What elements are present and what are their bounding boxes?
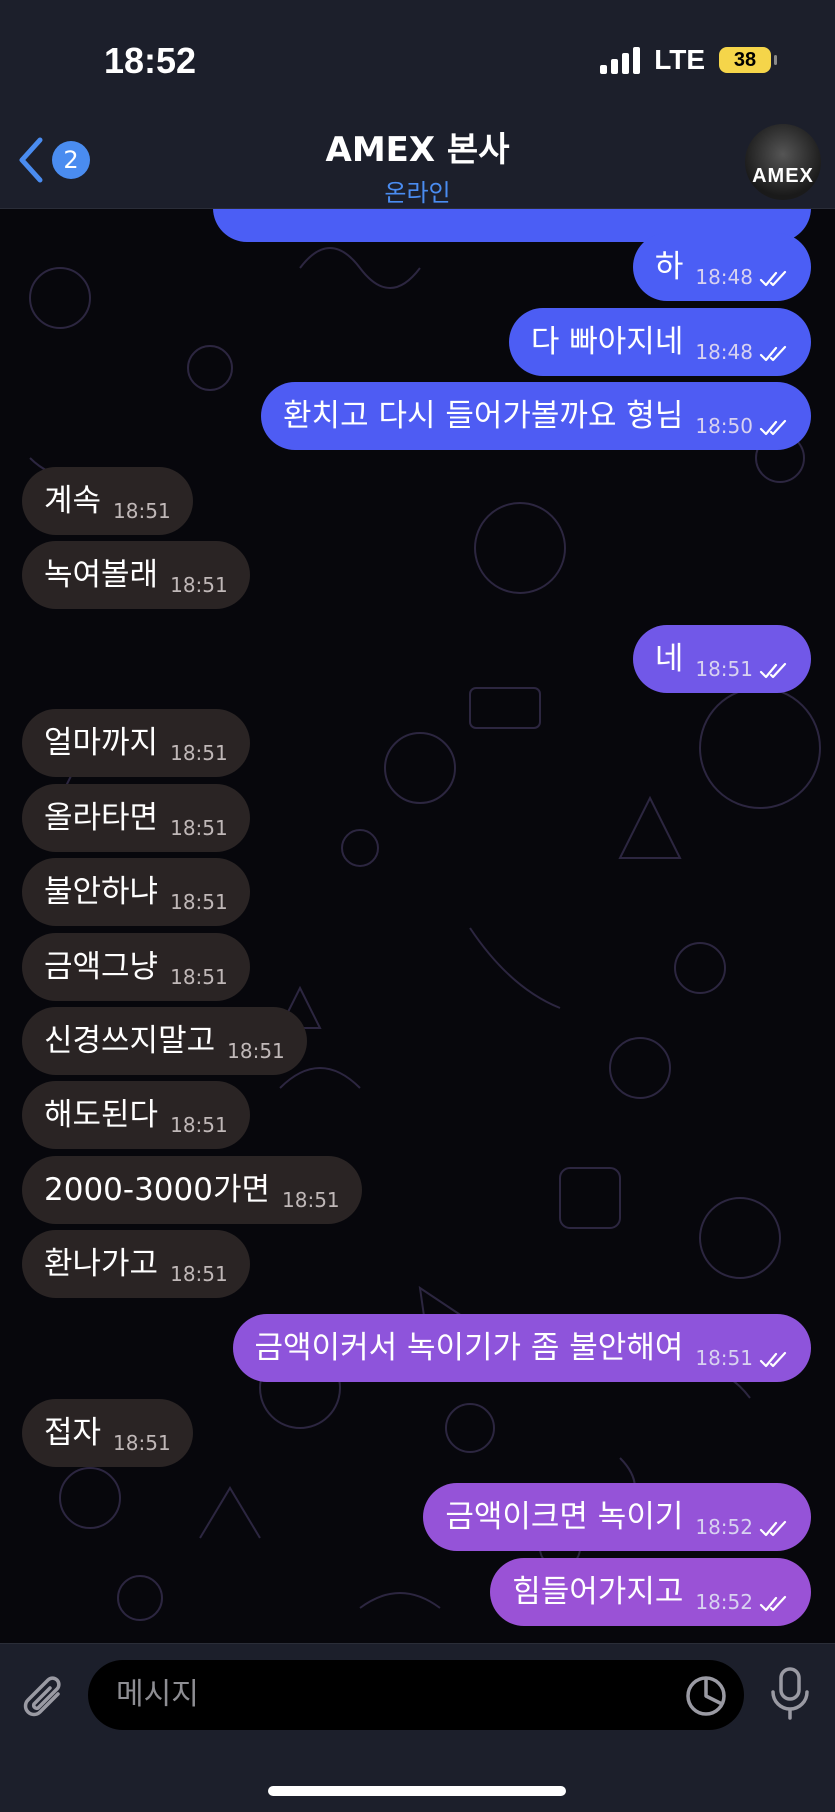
signal-icon <box>600 46 641 74</box>
double-check-icon <box>759 419 787 436</box>
chat-header: 18:52 LTE 38 2 AMEX 본사 온라인 AMEX <box>0 0 835 209</box>
message-time: 18:51 <box>113 499 171 523</box>
message-time: 18:51 <box>227 1039 285 1063</box>
message-time: 18:52 <box>695 1515 753 1539</box>
message-text: 2000-3000가면 <box>44 1171 271 1208</box>
message-text: 신경쓰지말고 <box>44 1022 216 1059</box>
message-time: 18:48 <box>695 340 753 364</box>
message-bubble[interactable]: 신경쓰지말고 18:51 <box>22 1007 307 1075</box>
message-time: 18:51 <box>113 1431 171 1455</box>
message-bubble[interactable]: 2000-3000가면 18:51 <box>22 1156 362 1224</box>
message-bubble[interactable]: 금액이크면 녹이기 18:52 <box>423 1483 811 1551</box>
message-text: 다 빠아지네 <box>530 323 684 360</box>
double-check-icon <box>759 1595 787 1612</box>
message-time: 18:51 <box>170 816 228 840</box>
message-bubble[interactable]: 힘들어가지고 18:52 <box>490 1558 811 1626</box>
message-bubble[interactable]: 해도된다 18:51 <box>22 1081 250 1149</box>
message-bubble[interactable]: 올라타면 18:51 <box>22 784 250 852</box>
message-time: 18:48 <box>695 265 753 289</box>
message-text: 금액이크면 녹이기 <box>445 1498 684 1535</box>
message-bubble[interactable]: 환치고 다시 들어가볼까요 형님 18:50 <box>261 382 811 450</box>
double-check-icon <box>759 1520 787 1537</box>
network-type: LTE <box>654 44 705 75</box>
message-text: 녹여볼래 <box>44 556 159 593</box>
message-text: 불안하냐 <box>44 873 159 910</box>
message-text: 얼마까지 <box>44 724 159 761</box>
sticker-icon[interactable] <box>684 1674 728 1718</box>
microphone-icon[interactable] <box>768 1666 812 1722</box>
message-text: 하 <box>654 248 684 285</box>
message-bubble[interactable]: 하 18:48 <box>632 233 811 301</box>
message-time: 18:51 <box>170 965 228 989</box>
message-text: 환치고 다시 들어가볼까요 형님 <box>283 397 684 434</box>
message-text: 해도된다 <box>44 1096 159 1133</box>
avatar[interactable]: AMEX <box>745 124 821 200</box>
message-bubble[interactable]: 다 빠아지네 18:48 <box>508 308 811 376</box>
message-time: 18:51 <box>695 657 753 681</box>
chat-title-area[interactable]: AMEX 본사 온라인 <box>0 122 835 208</box>
message-text: 환나가고 <box>44 1245 159 1282</box>
message-text: 힘들어가지고 <box>512 1573 684 1610</box>
message-bubble[interactable]: 계속 18:51 <box>22 467 193 535</box>
double-check-icon <box>759 270 787 287</box>
message-bubble[interactable]: 금액그냥 18:51 <box>22 933 250 1001</box>
message-time: 18:51 <box>170 741 228 765</box>
message-bubble[interactable]: 환나가고 18:51 <box>22 1230 250 1298</box>
message-bubble[interactable]: 불안하냐 18:51 <box>22 858 250 926</box>
chat-status: 온라인 <box>384 179 451 207</box>
message-text: 접자 <box>44 1414 102 1451</box>
message-time: 18:51 <box>170 1262 228 1286</box>
message-time: 18:51 <box>170 890 228 914</box>
attachment-clip-icon[interactable] <box>20 1672 70 1728</box>
message-list[interactable]: 하 18:48 다 빠아지네 18:48 환치고 다시 들어가볼까요 형님 18… <box>0 208 835 1643</box>
message-time: 18:50 <box>695 414 753 438</box>
message-bubble[interactable]: 금액이커서 녹이기가 좀 불안해여 18:51 <box>232 1314 811 1382</box>
message-time: 18:51 <box>170 573 228 597</box>
message-input[interactable]: 메시지 <box>88 1660 744 1730</box>
message-composer: 메시지 <box>0 1643 835 1812</box>
message-bubble[interactable]: 얼마까지 18:51 <box>22 709 250 777</box>
message-text: 금액이커서 녹이기가 좀 불안해여 <box>254 1329 684 1366</box>
message-time: 18:51 <box>282 1188 340 1212</box>
message-time: 18:52 <box>695 1590 753 1614</box>
message-bubble[interactable]: 접자 18:51 <box>22 1399 193 1467</box>
message-time: 18:51 <box>695 1346 753 1370</box>
status-indicators: LTE 38 <box>600 44 777 76</box>
message-bubble[interactable]: 네 18:51 <box>632 625 811 693</box>
battery-icon: 38 <box>719 47 777 73</box>
home-indicator[interactable] <box>268 1786 566 1796</box>
chat-title: AMEX 본사 <box>325 130 510 170</box>
message-bubble[interactable]: 녹여볼래 18:51 <box>22 541 250 609</box>
double-check-icon <box>759 1351 787 1368</box>
message-text: 네 <box>654 640 684 677</box>
message-time: 18:51 <box>170 1113 228 1137</box>
avatar-logo-text: AMEX <box>752 165 814 187</box>
double-check-icon <box>759 662 787 679</box>
message-text: 올라타면 <box>44 799 159 836</box>
double-check-icon <box>759 345 787 362</box>
message-text: 금액그냥 <box>44 948 159 985</box>
message-text: 계속 <box>44 482 102 519</box>
status-time: 18:52 <box>104 40 197 81</box>
